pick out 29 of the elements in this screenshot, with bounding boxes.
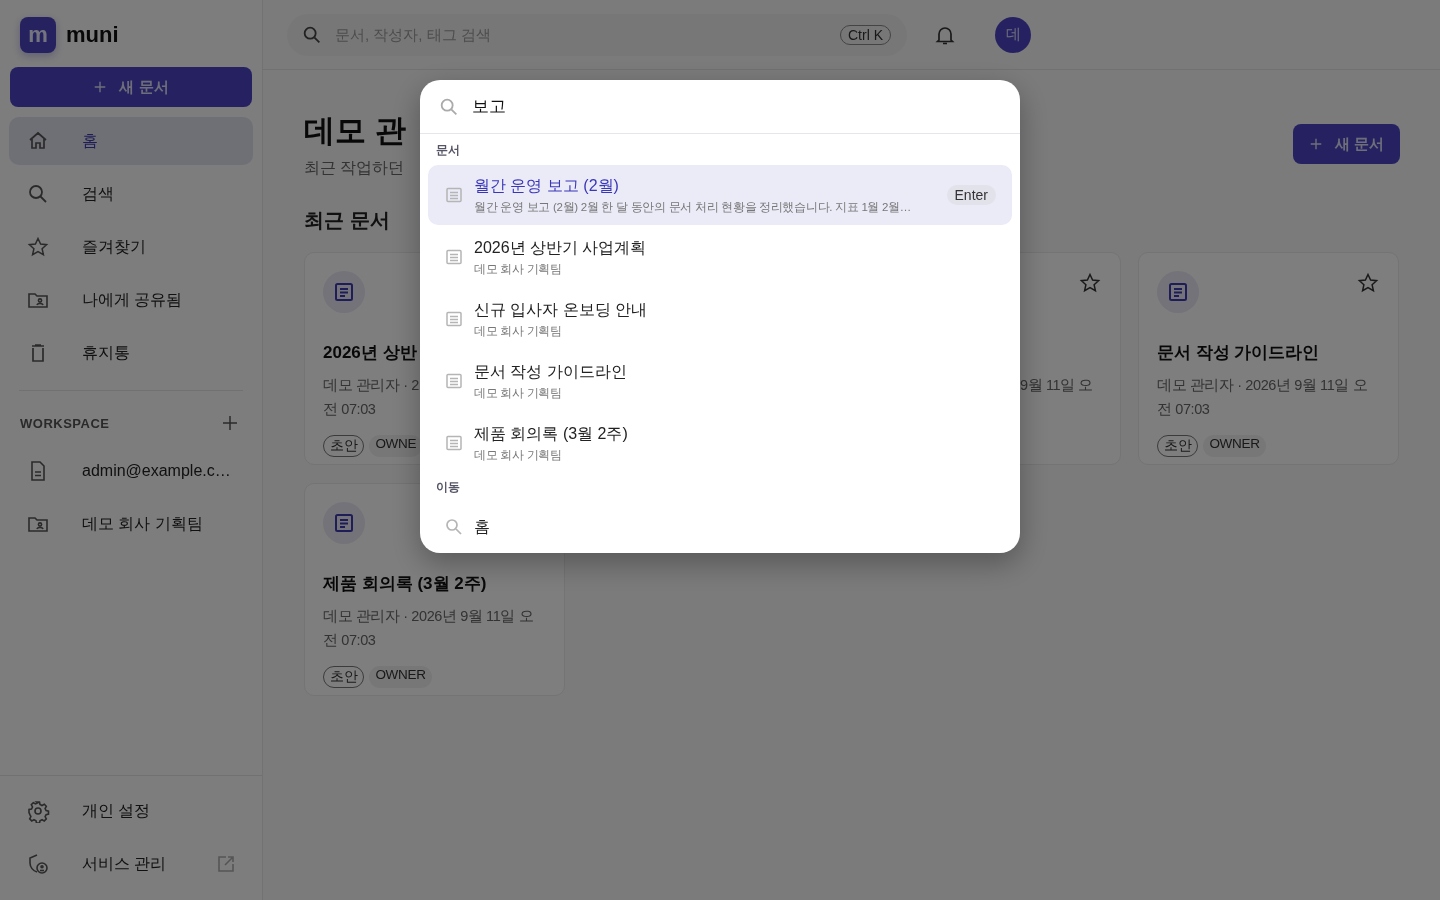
tag: OWNER — [1203, 435, 1266, 457]
logo-icon: m — [20, 17, 56, 53]
result-title: 월간 운영 보고 (2월) — [474, 175, 620, 196]
result-subtitle: 데모 회사 기획팀 — [474, 323, 563, 339]
card-meta: 데모 관리자 · 2026년 9월 11일 오 전 07:03 — [1157, 376, 1368, 419]
result-title: 2026년 상반기 사업계획 — [474, 237, 648, 258]
result-title: 홈 — [474, 516, 491, 537]
result-subtitle: 월간 운영 보고 (2월) 2월 한 달 동안의 문서 처리 현황을 정리했습니다. 지표 1월 2월… — [474, 199, 913, 215]
tag: OWNER — [369, 666, 432, 688]
card-title: 2026년 상반 — [323, 342, 417, 364]
section-label: WORKSPACE — [20, 415, 110, 431]
result-subtitle: 데모 회사 기획팀 — [474, 385, 563, 401]
card-title: 제품 회의록 (3월 2주) — [323, 573, 487, 595]
group-label: 문서 — [435, 142, 461, 159]
card-meta: 데모 관리자 · 2026년 9월 11일 오 전 07:03 — [323, 607, 534, 650]
tag: OWNE — [369, 435, 423, 457]
section-heading: 최근 문서 — [304, 208, 390, 233]
page-title: 데모 관 — [304, 112, 406, 150]
result-title: 제품 회의록 (3월 2주) — [474, 423, 629, 444]
card-meta: 9월 11일 오 — [1019, 376, 1093, 395]
app-name: muni — [66, 22, 119, 48]
card-title: 문서 작성 가이드라인 — [1157, 342, 1320, 364]
result-subtitle: 데모 회사 기획팀 — [474, 447, 563, 463]
result-title: 문서 작성 가이드라인 — [474, 361, 628, 382]
enter-key-hint: Enter — [946, 185, 996, 205]
result-title: 신규 입사자 온보딩 안내 — [474, 299, 649, 320]
card-meta: 데모 관리자 · 2 전 07:03 — [323, 376, 419, 419]
page-subtitle: 최근 작업하던 — [304, 158, 406, 178]
result-subtitle: 데모 회사 기획팀 — [474, 261, 563, 277]
